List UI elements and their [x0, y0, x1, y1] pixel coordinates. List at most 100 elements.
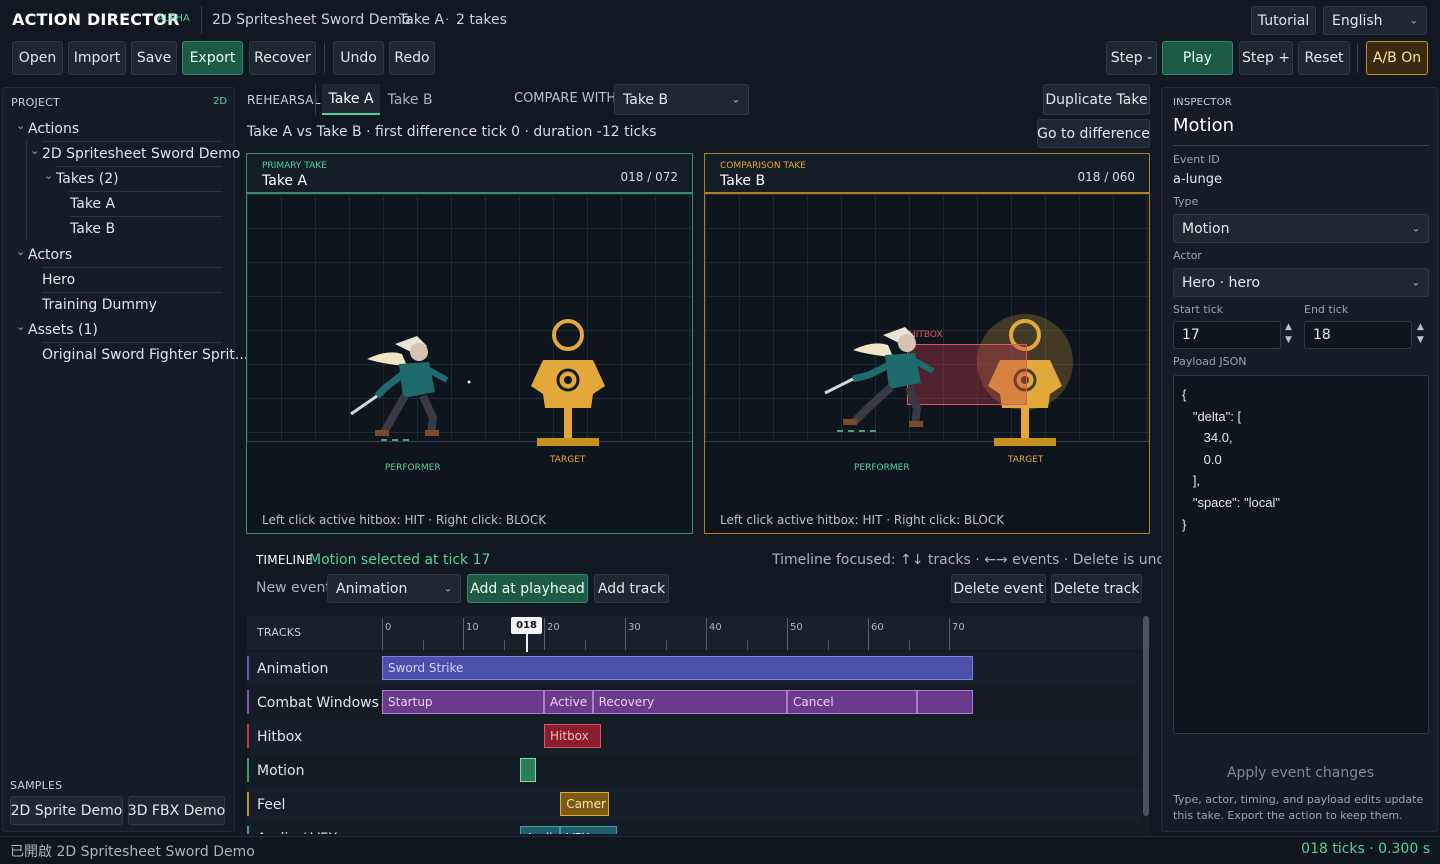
sample-3d-button[interactable]: 3D FBX Demo [128, 796, 225, 825]
chevron-down-icon[interactable]: ⌄ [30, 144, 39, 157]
tree-item-9[interactable]: Original Sword Fighter Sprit... [42, 347, 248, 363]
event-camera[interactable]: Camer [560, 792, 609, 816]
timeline-panel[interactable]: TRACKS 018 0 10 20 30 40 50 60 70 Animation Comba… [247, 616, 1150, 834]
start-tick-stepper-icon[interactable]: ▲ ▼ [1285, 321, 1292, 347]
import-button[interactable]: Import [68, 41, 126, 75]
tree-divider [42, 292, 222, 293]
track-row[interactable] [247, 822, 1142, 834]
chevron-down-icon[interactable]: ⌄ [44, 169, 53, 182]
event-combat-tail[interactable] [916, 690, 974, 714]
ruler-tick-label: 70 [952, 622, 965, 633]
timeline-status: Motion selected at tick 17 [309, 552, 491, 568]
track-name-0[interactable]: Animation [257, 661, 328, 677]
inspector-title: Motion [1173, 115, 1235, 136]
tree-divider [56, 166, 222, 167]
actor-select[interactable]: Hero · hero ⌄ [1173, 268, 1429, 297]
redo-button[interactable]: Redo [389, 41, 435, 75]
end-tick-label: End tick [1304, 303, 1349, 316]
delete-event-button[interactable]: Delete event [951, 574, 1046, 603]
tree-item-5[interactable]: Actors [28, 247, 72, 263]
event-active[interactable]: Active [544, 690, 593, 714]
undo-button[interactable]: Undo [333, 41, 384, 75]
event-motion-selected[interactable] [519, 758, 536, 782]
tracks-label: TRACKS [257, 626, 302, 639]
track-name-4[interactable]: Feel [257, 797, 285, 813]
chevron-down-icon[interactable]: ⌄ [16, 320, 25, 333]
event-recovery[interactable]: Recovery [592, 690, 787, 714]
event-audio[interactable]: Audio [519, 826, 561, 834]
payload-label: Payload JSON [1173, 355, 1247, 368]
tutorial-button[interactable]: Tutorial [1251, 6, 1316, 35]
separator: · [388, 12, 393, 28]
project-panel: PROJECT 2D [2, 87, 235, 832]
ruler-tick [625, 618, 626, 650]
tree-item-1[interactable]: 2D Spritesheet Sword Demo [42, 146, 240, 162]
recover-button[interactable]: Recover [249, 41, 316, 75]
track-row[interactable] [247, 720, 1142, 754]
chevron-down-icon: ⌄ [1411, 223, 1420, 234]
new-event-type-select[interactable]: Animation ⌄ [327, 574, 461, 603]
primary-stage[interactable]: PRIMARY TAKE Take A 018 / 072 PERFORMER … [246, 153, 693, 534]
language-select[interactable]: English ⌄ [1323, 6, 1427, 35]
apply-event-changes-button[interactable]: Apply event changes [1162, 765, 1439, 781]
tree-divider [42, 342, 222, 343]
type-select[interactable]: Motion ⌄ [1173, 214, 1429, 243]
comparison-kicker: COMPARISON TAKE [720, 161, 806, 171]
step-forward-button[interactable]: Step + [1239, 41, 1293, 75]
tree-item-2[interactable]: Takes (2) [56, 171, 119, 187]
event-cancel[interactable]: Cancel [787, 690, 917, 714]
comparison-stage[interactable]: COMPARISON TAKE Take B 018 / 060 HITBOX … [704, 153, 1150, 534]
open-button[interactable]: Open [12, 41, 63, 75]
ruler-minor-tick [908, 640, 910, 650]
track-row[interactable] [247, 754, 1142, 788]
payload-json-textarea[interactable]: { "delta": [ 34.0, 0.0 ], "space": "loca… [1173, 375, 1429, 734]
ruler-tick [706, 618, 707, 650]
event-startup[interactable]: Startup [382, 690, 544, 714]
end-tick-value: 18 [1313, 327, 1331, 343]
mode-badge: 2D [213, 96, 228, 107]
reset-button[interactable]: Reset [1298, 41, 1350, 75]
event-vfx[interactable]: VFX [560, 826, 617, 834]
go-to-difference-button[interactable]: Go to difference [1037, 119, 1150, 148]
add-at-playhead-button[interactable]: Add at playhead [467, 574, 588, 603]
add-track-button[interactable]: Add track [594, 574, 669, 603]
duplicate-take-button[interactable]: Duplicate Take [1043, 84, 1150, 115]
tab-take-b[interactable]: Take B [382, 84, 438, 115]
track-name-2[interactable]: Hitbox [257, 729, 302, 745]
tree-item-6[interactable]: Hero [42, 272, 75, 288]
event-hitbox[interactable]: Hitbox [544, 724, 601, 748]
end-tick-input[interactable]: 18 [1304, 321, 1412, 349]
tree-item-7[interactable]: Training Dummy [42, 297, 157, 313]
timeline-scrollbar[interactable] [1143, 616, 1149, 816]
chevron-down-icon[interactable]: ⌄ [16, 119, 25, 132]
tab-take-a[interactable]: Take A [322, 84, 380, 115]
start-tick-value: 17 [1182, 327, 1200, 343]
playhead-handle[interactable]: 018 [511, 617, 542, 634]
target-dummy [531, 319, 605, 446]
tree-item-0[interactable]: Actions [28, 121, 79, 137]
track-name-5[interactable]: Audio / VFX [257, 831, 338, 834]
export-button[interactable]: Export [182, 41, 243, 75]
delete-track-button[interactable]: Delete track [1051, 574, 1142, 603]
track-name-3[interactable]: Motion [257, 763, 304, 779]
ruler-minor-tick [584, 640, 586, 650]
type-value: Motion [1182, 220, 1230, 237]
event-sword-strike[interactable]: Sword Strike [382, 656, 974, 680]
sample-2d-button[interactable]: 2D Sprite Demo [10, 796, 123, 825]
track-name-1[interactable]: Combat Windows [257, 695, 379, 711]
new-event-label: New event [256, 580, 331, 596]
ab-toggle-button[interactable]: A/B On [1366, 41, 1428, 75]
step-back-button[interactable]: Step - [1106, 41, 1157, 75]
tree-item-8[interactable]: Assets (1) [28, 322, 98, 338]
compare-select[interactable]: Take B ⌄ [614, 84, 749, 115]
start-tick-input[interactable]: 17 [1173, 321, 1281, 349]
play-button[interactable]: Play [1162, 41, 1233, 75]
toolbar-divider [324, 43, 325, 73]
end-tick-stepper-icon[interactable]: ▲ ▼ [1417, 321, 1424, 347]
chevron-down-icon[interactable]: ⌄ [16, 245, 25, 258]
tree-item-3[interactable]: Take A [70, 196, 115, 212]
ruler-tick [544, 618, 545, 650]
save-button[interactable]: Save [131, 41, 177, 75]
track-row[interactable] [247, 788, 1142, 822]
tree-item-4[interactable]: Take B [70, 221, 115, 237]
